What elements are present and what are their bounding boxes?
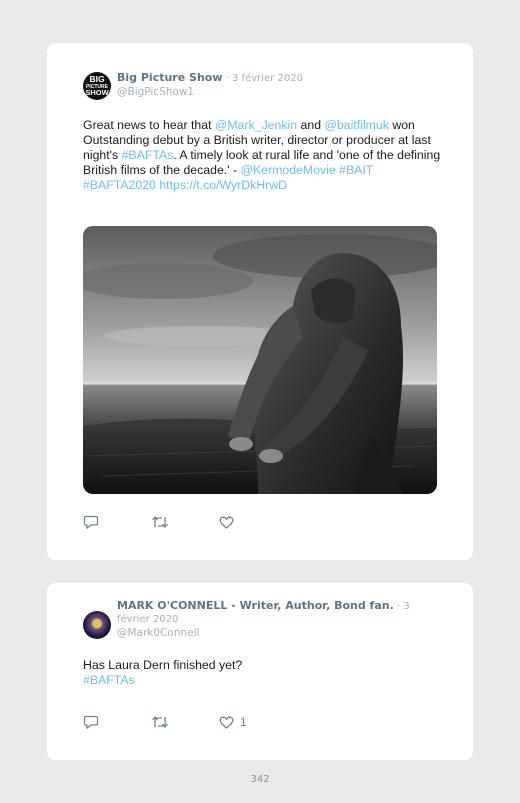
- hashtag-link[interactable]: #BAFTAs: [83, 673, 135, 687]
- reply-button[interactable]: [83, 515, 99, 529]
- tweet-header: MARK O'CONNELL - Writer, Author, Bond fa…: [83, 600, 427, 639]
- url-link[interactable]: https://t.co/WyrDkHrwD: [159, 178, 287, 192]
- photo-image: [83, 226, 437, 494]
- tweet-card: MARK O'CONNELL - Writer, Author, Bond fa…: [47, 583, 473, 760]
- user-handle[interactable]: @BigPicShow1: [117, 86, 303, 98]
- separator: ·: [393, 601, 404, 612]
- tweet-header: BIG PICTURE SHOW Big Picture Show · 3 fé…: [83, 72, 303, 100]
- retweet-icon: [152, 715, 168, 729]
- tweet-photo[interactable]: [83, 226, 437, 494]
- retweet-icon: [152, 515, 168, 529]
- display-name[interactable]: MARK O'CONNELL - Writer, Author, Bond fa…: [117, 599, 394, 612]
- tweet-card: BIG PICTURE SHOW Big Picture Show · 3 fé…: [47, 43, 473, 560]
- tweet-meta: Big Picture Show · 3 février 2020 @BigPi…: [117, 72, 303, 100]
- mention-link[interactable]: @Mark_Jenkin: [215, 118, 297, 132]
- tweet-actions: [83, 515, 240, 529]
- avatar-logo-text: BIG: [89, 74, 105, 84]
- tweet-text: Great news to hear that @Mark_Jenkin and…: [83, 118, 443, 193]
- reply-icon: [83, 515, 99, 529]
- tweet-date[interactable]: 3 février 2020: [232, 73, 303, 84]
- reply-icon: [83, 715, 99, 729]
- like-count: 1: [240, 715, 247, 729]
- avatar[interactable]: [83, 611, 111, 639]
- retweet-button[interactable]: [151, 515, 169, 529]
- reply-button[interactable]: [83, 715, 99, 729]
- tweet-text-segment: Has Laura Dern finished yet?: [83, 658, 243, 672]
- tweet-meta: MARK O'CONNELL - Writer, Author, Bond fa…: [117, 599, 427, 640]
- heart-icon: [219, 716, 234, 729]
- mention-link[interactable]: @baitfilmuk: [324, 118, 388, 132]
- display-name[interactable]: Big Picture Show: [117, 71, 223, 84]
- heart-icon: [219, 516, 234, 529]
- retweet-button[interactable]: [151, 715, 169, 729]
- hashtag-link[interactable]: #BAFTAs: [122, 148, 174, 162]
- user-handle[interactable]: @Mark0Connell: [117, 627, 427, 639]
- separator: ·: [222, 73, 233, 84]
- tweet-text-segment: Great news to hear that: [83, 118, 215, 132]
- hashtag-link[interactable]: #BAFTA2020: [83, 178, 156, 192]
- mention-link[interactable]: @KermodeMovie: [241, 163, 336, 177]
- page-number: 342: [250, 774, 270, 785]
- tweet-text: Has Laura Dern finished yet? #BAFTAs: [83, 658, 443, 688]
- tweet-text-segment: and: [297, 118, 325, 132]
- like-button[interactable]: 1: [219, 715, 247, 729]
- avatar-logo-text: SHOW: [85, 88, 109, 97]
- like-button[interactable]: [219, 516, 240, 529]
- tweet-actions: 1: [83, 715, 247, 729]
- hashtag-link[interactable]: #BAIT: [339, 163, 373, 177]
- avatar[interactable]: BIG PICTURE SHOW: [83, 72, 111, 100]
